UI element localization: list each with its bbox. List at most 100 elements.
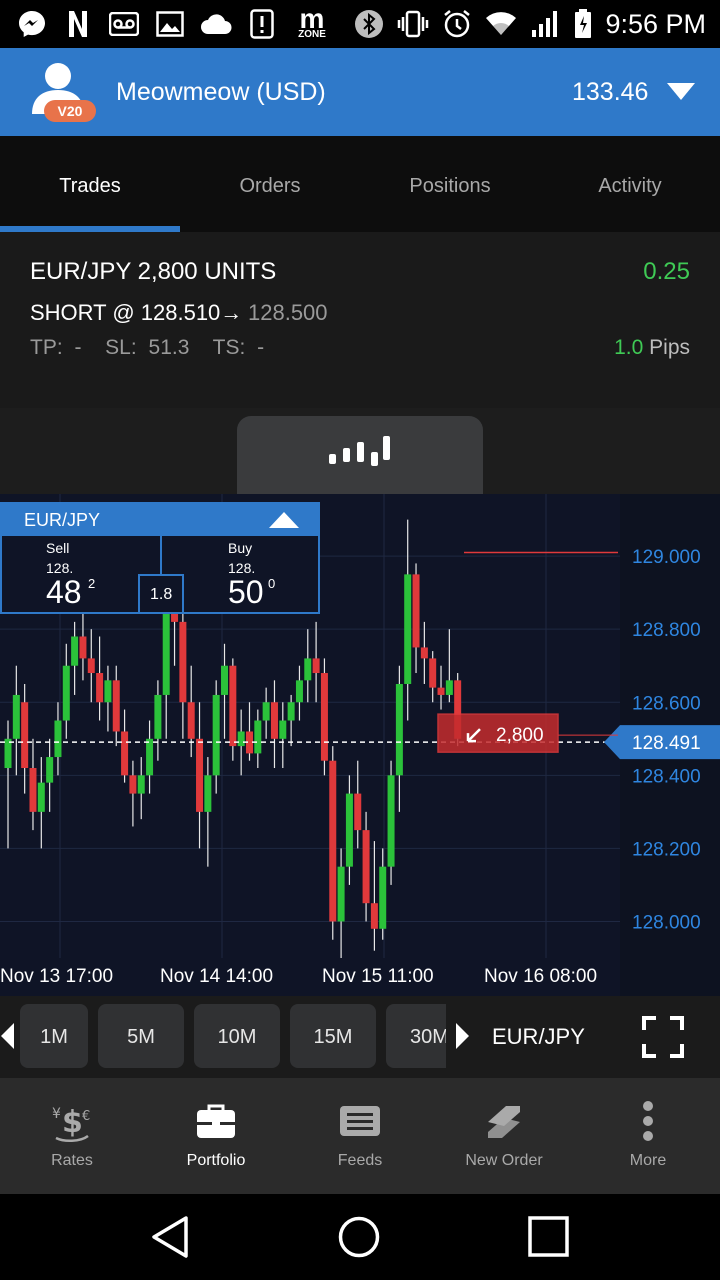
svg-text:$: $: [62, 1105, 83, 1140]
buy-button[interactable]: Buy 128. 50 0: [186, 536, 318, 612]
signal-icon: [529, 8, 561, 40]
candle-body: [379, 866, 387, 929]
account-version-badge: V20: [44, 100, 96, 122]
trade-entry: SHORT @ 128.510→: [30, 300, 242, 326]
chart-toggle-handle[interactable]: [237, 416, 483, 494]
candle-body: [21, 702, 29, 769]
account-header[interactable]: V20 Meowmeow (USD) 133.46: [0, 48, 720, 136]
candle-body: [262, 702, 270, 721]
nav-feeds[interactable]: Feeds: [288, 1078, 432, 1194]
trade-ticket[interactable]: EUR/JPY Sell 128. 48 2 1.8 Buy 128. 50 0: [0, 502, 320, 614]
tab-bar: Trades Orders Positions Activity: [0, 136, 720, 232]
tab-positions[interactable]: Positions: [360, 136, 540, 232]
trade-tp-sl-ts: TP: - SL: 51.3 TS: -: [30, 336, 265, 359]
new-order-icon: [488, 1106, 520, 1138]
alert-icon: [246, 8, 278, 40]
spread-value: 1.8: [150, 586, 173, 603]
system-nav-bar: [0, 1194, 720, 1280]
candle-body: [254, 720, 262, 754]
trade-pips: 1.0 Pips: [614, 336, 690, 360]
candle-body: [387, 775, 395, 867]
gallery-icon: [154, 8, 186, 40]
status-bar: m ZONE 9:56 PM: [0, 0, 720, 48]
candle-body: [295, 680, 303, 703]
messenger-icon: [16, 8, 48, 40]
candle-body: [104, 680, 112, 703]
y-tick-label: 128.800: [632, 620, 701, 641]
ticket-header[interactable]: EUR/JPY: [2, 504, 318, 536]
candle-body: [337, 866, 345, 922]
mzone-m: m: [299, 3, 325, 34]
chart-handle-area: [0, 408, 720, 494]
y-tick-label: 128.000: [632, 912, 701, 933]
briefcase-icon: [197, 1104, 235, 1138]
timeframe-5m[interactable]: 5M: [98, 1004, 184, 1068]
candle-body: [137, 775, 145, 794]
candle-body: [437, 687, 445, 695]
candle-body: [79, 636, 87, 659]
nav-more[interactable]: More: [576, 1078, 720, 1194]
timeframe-30m[interactable]: 30M: [386, 1004, 446, 1068]
candle-body: [196, 738, 204, 812]
nav-rates[interactable]: ¥ $ € Rates: [0, 1078, 144, 1194]
trade-card[interactable]: EUR/JPY 2,800 UNITS 0.25 SHORT @ 128.510…: [0, 232, 720, 409]
buy-price-sup: 0: [268, 576, 276, 591]
candle-body: [71, 636, 79, 666]
x-tick-label: Nov 16 08:00: [484, 966, 597, 987]
pips-value: 1.0: [614, 336, 644, 359]
trade-current-price: 128.500: [248, 300, 328, 325]
nav-new-order[interactable]: New Order: [432, 1078, 576, 1194]
x-tick-label: Nov 15 11:00: [322, 966, 434, 987]
mzone-icon: m ZONE: [292, 3, 332, 40]
candle-body: [320, 673, 328, 761]
voicemail-icon: [108, 8, 140, 40]
svg-text:¥: ¥: [52, 1106, 61, 1122]
candle-body: [279, 720, 287, 739]
candle-body: [354, 793, 362, 831]
tab-orders[interactable]: Orders: [180, 136, 360, 232]
candle-body: [46, 757, 54, 783]
timeframe-bar: 1M 5M 10M 15M 30M EUR/JPY: [0, 996, 720, 1080]
trade-title: EUR/JPY 2,800 UNITS: [30, 258, 277, 285]
timeframe-10m[interactable]: 10M: [194, 1004, 280, 1068]
mzone-sub: ZONE: [298, 29, 326, 40]
timeframe-15m[interactable]: 15M: [290, 1004, 376, 1068]
candle-body: [154, 694, 162, 739]
chevron-up-icon[interactable]: [268, 511, 300, 529]
timeframe-1m[interactable]: 1M: [20, 1004, 88, 1068]
candle-body: [412, 574, 420, 648]
bluetooth-icon: [353, 8, 385, 40]
home-icon[interactable]: [337, 1215, 381, 1259]
wifi-icon: [485, 8, 517, 40]
chart-instrument[interactable]: EUR/JPY: [492, 1024, 585, 1050]
clock: 9:56 PM: [605, 8, 706, 39]
current-price-label: 128.491: [632, 733, 701, 754]
tab-trades[interactable]: Trades: [0, 136, 180, 232]
scroll-right-icon[interactable]: [454, 1022, 470, 1050]
candle-body: [445, 680, 453, 695]
fullscreen-icon[interactable]: [642, 1016, 684, 1058]
candle-body: [237, 731, 245, 747]
back-icon[interactable]: [150, 1215, 190, 1259]
x-tick-label: Nov 13 17:00: [0, 966, 113, 987]
nav-portfolio[interactable]: Portfolio: [144, 1078, 288, 1194]
recents-icon[interactable]: [527, 1215, 571, 1259]
candle-body: [96, 673, 104, 703]
more-icon: [643, 1101, 653, 1141]
candle-body: [204, 775, 212, 812]
candle-body: [187, 702, 195, 739]
scroll-left-icon[interactable]: [0, 1022, 16, 1050]
battery-icon: [573, 8, 593, 40]
pips-unit: Pips: [649, 336, 690, 359]
candle-body: [129, 775, 137, 794]
candle-body: [229, 665, 237, 747]
candle-body: [221, 665, 229, 695]
bottom-nav: ¥ $ € Rates Portfolio Feeds New Order Mo…: [0, 1078, 720, 1194]
candle-body: [37, 782, 45, 812]
vibrate-icon: [397, 8, 429, 40]
tab-activity[interactable]: Activity: [540, 136, 720, 232]
trade-profit-loss: 0.25: [643, 258, 690, 285]
price-chart[interactable]: 129.000 128.800 128.600 128.400 128.200 128.0…: [0, 494, 720, 996]
netflix-icon: [62, 8, 94, 40]
chevron-down-icon[interactable]: [666, 82, 696, 102]
